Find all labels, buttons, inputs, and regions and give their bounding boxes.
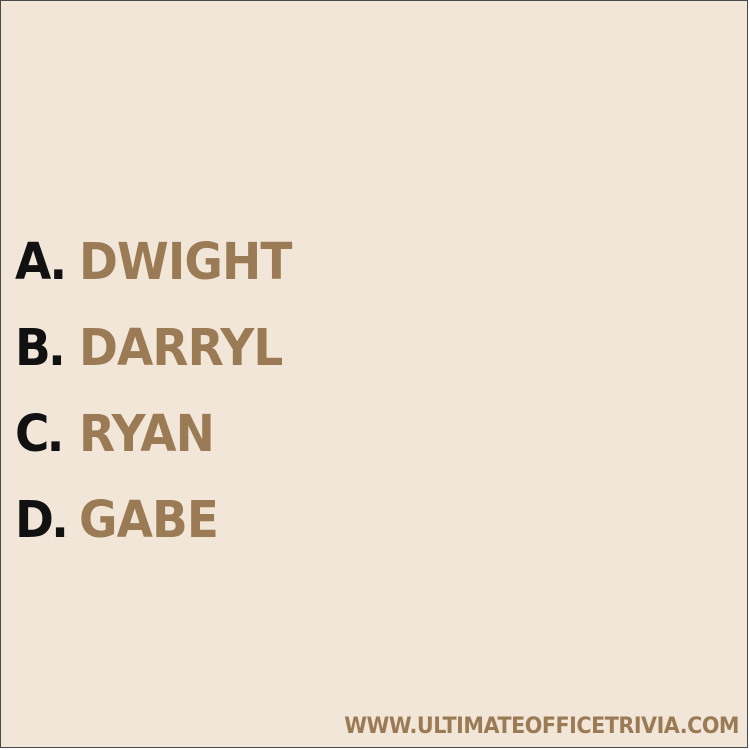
option-letter: B.	[15, 318, 66, 378]
option-c: C. RYAN	[15, 391, 455, 477]
option-b: B. DARRYL	[15, 305, 455, 391]
answer-options: A. DWIGHT B. DARRYL C. RYAN D. GABE	[15, 219, 455, 563]
option-answer: DARRYL	[79, 318, 283, 378]
option-d: D. GABE	[15, 477, 455, 563]
option-answer: DWIGHT	[79, 232, 292, 292]
website-footer: WWW.ULTIMATEOFFICETRIVIA.COM	[344, 714, 739, 739]
option-answer: GABE	[79, 490, 219, 550]
trivia-card: A. DWIGHT B. DARRYL C. RYAN D. GABE WWW.…	[0, 0, 748, 748]
option-letter: D.	[15, 490, 69, 550]
option-letter: A.	[15, 232, 67, 292]
option-letter: C.	[15, 404, 65, 464]
option-answer: RYAN	[79, 404, 215, 464]
option-a: A. DWIGHT	[15, 219, 455, 305]
